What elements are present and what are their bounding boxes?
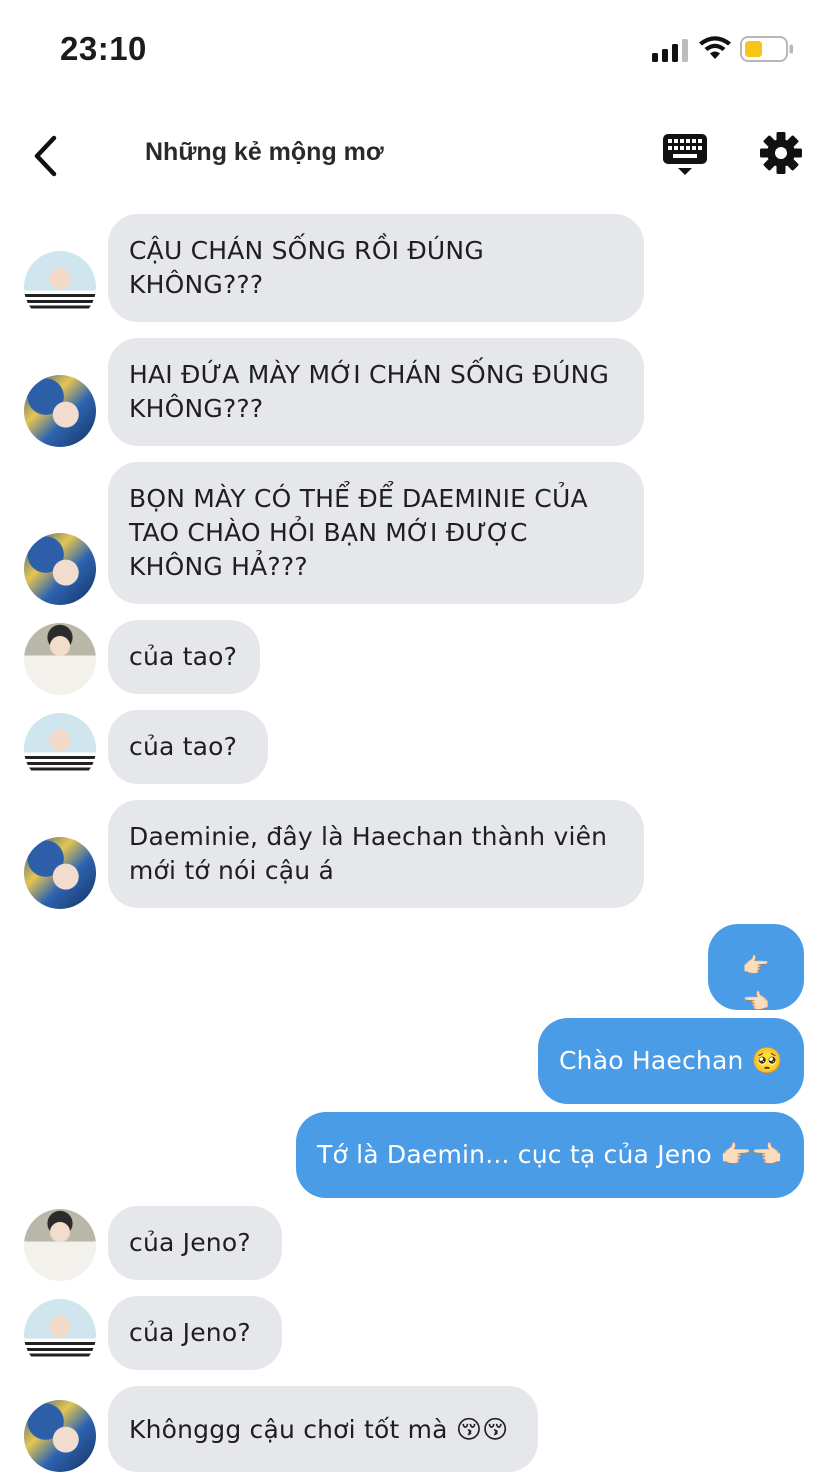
message-text: của Jeno? [129, 1318, 251, 1347]
message-bubble-incoming[interactable]: Khônggg cậu chơi tốt mà 😚😚 [108, 1386, 538, 1472]
avatar[interactable] [24, 1209, 96, 1281]
message-bubble-outgoing[interactable]: Chào Haechan 🥺 [538, 1018, 804, 1104]
message-text: BỌN MÀY CÓ THỂ ĐỂ DAEMINIE CỦA TAO CHÀO … [129, 484, 588, 581]
message-text: CẬU CHÁN SỐNG RỒI ĐÚNG KHÔNG??? [129, 236, 484, 299]
message-bubble-incoming[interactable]: BỌN MÀY CÓ THỂ ĐỂ DAEMINIE CỦA TAO CHÀO … [108, 462, 644, 604]
avatar[interactable] [24, 837, 96, 909]
avatar[interactable] [24, 533, 96, 605]
message-bubble-incoming[interactable]: của Jeno? [108, 1296, 282, 1370]
message-text: HAI ĐỨA MÀY MỚI CHÁN SỐNG ĐÚNG KHÔNG??? [129, 360, 610, 423]
message-bubble-incoming[interactable]: Daeminie, đây là Haechan thành viên mới … [108, 800, 644, 908]
message-text: Tớ là Daemin... cục tạ của Jeno 👉🏻👈🏻 [317, 1140, 783, 1169]
message-text: Khônggg cậu chơi tốt mà 😚😚 [129, 1415, 509, 1444]
message-bubble-incoming[interactable]: CẬU CHÁN SỐNG RỒI ĐÚNG KHÔNG??? [108, 214, 644, 322]
message-text: của tao? [129, 732, 238, 761]
avatar[interactable] [24, 1299, 96, 1371]
message-bubble-outgoing[interactable]: 👉🏻👈🏻 [708, 924, 804, 1015]
message-text: của tao? [129, 642, 238, 671]
message-bubble-incoming[interactable]: của tao? [108, 710, 268, 784]
avatar[interactable] [24, 251, 96, 323]
message-text: của Jeno? [129, 1228, 251, 1257]
avatar[interactable] [24, 1400, 96, 1472]
avatar[interactable] [24, 713, 96, 785]
message-bubble-incoming[interactable]: HAI ĐỨA MÀY MỚI CHÁN SỐNG ĐÚNG KHÔNG??? [108, 338, 644, 446]
avatar[interactable] [24, 375, 96, 447]
message-text: 👉🏻👈🏻 [742, 954, 770, 1015]
message-bubble-outgoing[interactable]: Tớ là Daemin... cục tạ của Jeno 👉🏻👈🏻 [296, 1112, 804, 1198]
message-list: CẬU CHÁN SỐNG RỒI ĐÚNG KHÔNG??? HAI ĐỨA … [0, 0, 828, 1480]
message-bubble-incoming[interactable]: của Jeno? [108, 1206, 282, 1280]
avatar[interactable] [24, 623, 96, 695]
message-text: Daeminie, đây là Haechan thành viên mới … [129, 822, 608, 885]
message-text: Chào Haechan 🥺 [559, 1046, 783, 1075]
message-bubble-incoming[interactable]: của tao? [108, 620, 260, 694]
